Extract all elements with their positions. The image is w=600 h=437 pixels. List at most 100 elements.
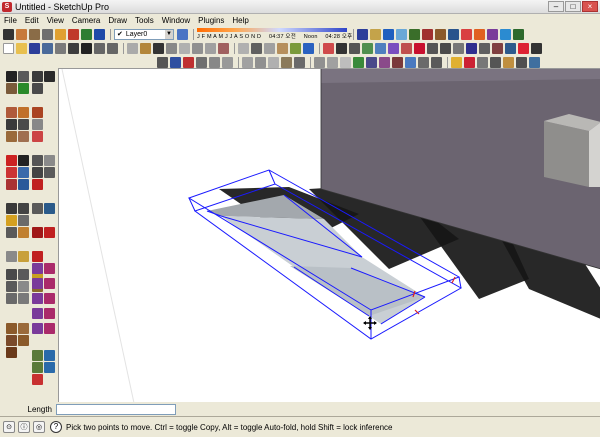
close-button[interactable]: × — [582, 1, 598, 12]
intersect-icon[interactable] — [531, 42, 542, 54]
freehand-tool-icon[interactable] — [18, 131, 29, 142]
subtract-icon[interactable] — [196, 56, 207, 68]
curve-tool-2-icon[interactable] — [44, 263, 55, 274]
help-icon[interactable]: ? — [50, 421, 62, 433]
copy-icon[interactable] — [68, 42, 79, 54]
line-tool-icon[interactable] — [18, 107, 29, 118]
curve-tool-15-icon[interactable] — [32, 374, 43, 385]
circle-tool-icon[interactable] — [6, 119, 17, 130]
offset-icon[interactable] — [518, 42, 529, 54]
rotate-icon[interactable] — [81, 28, 92, 40]
component-tool-icon[interactable] — [6, 83, 17, 94]
view-4-icon[interactable] — [353, 56, 364, 68]
previous-view-icon[interactable] — [388, 42, 399, 54]
shaded-icon[interactable] — [277, 42, 288, 54]
curve-tool-6-icon[interactable] — [44, 293, 55, 304]
marker-tool-icon[interactable] — [44, 227, 55, 238]
protractor-tool-icon[interactable] — [6, 227, 17, 238]
profile-icon[interactable]: ◎ — [33, 421, 45, 433]
menu-file[interactable]: File — [4, 16, 17, 25]
layer-dropdown[interactable]: ✔ Layer0 ▼ — [114, 28, 174, 40]
component-icon[interactable] — [127, 42, 138, 54]
walk-tool-icon[interactable] — [18, 251, 29, 262]
curve-tool-1-icon[interactable] — [32, 263, 43, 274]
pencil-icon[interactable] — [42, 28, 53, 40]
paint-tool-icon[interactable] — [18, 83, 29, 94]
magnify-tool-icon[interactable] — [32, 203, 43, 214]
view-7-icon[interactable] — [392, 56, 403, 68]
rotate-tool-icon[interactable] — [6, 167, 17, 178]
menu-plugins[interactable]: Plugins — [198, 16, 224, 25]
scale-icon[interactable] — [94, 28, 105, 40]
polygon-tool-icon[interactable] — [6, 131, 17, 142]
smoove-icon[interactable] — [422, 28, 433, 40]
shadow-settings[interactable]: J F M A M J J A S O N D 04:37 오전 Noon 04… — [197, 28, 352, 40]
xray-icon[interactable] — [396, 28, 407, 40]
menu-tools[interactable]: Tools — [135, 16, 154, 25]
eraser-tool-icon[interactable] — [18, 71, 29, 82]
curve-tool-10-icon[interactable] — [44, 323, 55, 334]
grid-tool-icon[interactable] — [6, 293, 17, 304]
menu-window[interactable]: Window — [162, 16, 190, 25]
curve-tool-7-icon[interactable] — [32, 308, 43, 319]
curve-tool-14-icon[interactable] — [44, 362, 55, 373]
search-tool-icon[interactable] — [32, 155, 43, 166]
shape-tool-1-icon[interactable] — [18, 323, 29, 334]
curve-tool-3-icon[interactable] — [32, 278, 43, 289]
plugin-1-icon[interactable] — [503, 56, 514, 68]
face-style-3-icon[interactable] — [268, 56, 279, 68]
curve-tool-12-icon[interactable] — [44, 350, 55, 361]
print-icon[interactable] — [42, 42, 53, 54]
solid-tool-2-icon[interactable] — [6, 335, 17, 346]
pan-icon[interactable] — [336, 42, 347, 54]
warehouse-icon[interactable] — [513, 28, 524, 40]
face-style-2-icon[interactable] — [255, 56, 266, 68]
walk-around-tool-icon[interactable] — [44, 155, 55, 166]
section-plane-icon[interactable] — [357, 28, 368, 40]
wireframe-icon[interactable] — [251, 42, 262, 54]
curve-tool-4-icon[interactable] — [44, 278, 55, 289]
house-icon[interactable] — [166, 42, 177, 54]
orbit-icon[interactable] — [323, 42, 334, 54]
rectangle-tool-icon[interactable] — [6, 107, 17, 118]
scale-tool-icon[interactable] — [18, 167, 29, 178]
curve-tool-13-icon[interactable] — [32, 362, 43, 373]
menu-help[interactable]: Help — [232, 16, 248, 25]
stamp-tool-icon[interactable] — [32, 251, 43, 262]
menu-edit[interactable]: Edit — [25, 16, 39, 25]
camera-tool-icon[interactable] — [32, 83, 43, 94]
face-style-4-icon[interactable] — [281, 56, 292, 68]
red-flag-icon[interactable] — [464, 56, 475, 68]
follow-me-tool-icon[interactable] — [6, 179, 17, 190]
intersect-solid-icon[interactable] — [170, 56, 181, 68]
layer-manager-icon[interactable] — [177, 28, 188, 40]
view-2-icon[interactable] — [327, 56, 338, 68]
split-icon[interactable] — [222, 56, 233, 68]
paint-icon[interactable] — [140, 42, 151, 54]
move-icon[interactable] — [68, 28, 79, 40]
position-tool-icon[interactable] — [18, 281, 29, 292]
zoom-window-tool-icon[interactable] — [32, 167, 43, 178]
pushpull-tool-icon[interactable] — [18, 155, 29, 166]
follow-me-icon[interactable] — [505, 42, 516, 54]
extension-icon[interactable] — [490, 56, 501, 68]
footprint-tool-icon[interactable] — [32, 71, 43, 82]
pin-tool-icon[interactable] — [32, 227, 43, 238]
cut-icon[interactable] — [55, 42, 66, 54]
zoom-icon[interactable] — [349, 42, 360, 54]
location-icon[interactable] — [474, 28, 485, 40]
curve-tool-8-icon[interactable] — [44, 308, 55, 319]
save-icon[interactable] — [29, 42, 40, 54]
scene-canvas[interactable] — [59, 69, 600, 402]
curve-tool-11-icon[interactable] — [32, 350, 43, 361]
view-8-icon[interactable] — [405, 56, 416, 68]
textured-icon[interactable] — [290, 42, 301, 54]
paint-bucket-icon[interactable] — [29, 28, 40, 40]
union-icon[interactable] — [183, 56, 194, 68]
3d-text-icon[interactable] — [492, 42, 503, 54]
delete-icon[interactable] — [81, 42, 92, 54]
view-10-icon[interactable] — [431, 56, 442, 68]
maximize-button[interactable]: □ — [565, 1, 581, 12]
orbit-tool-icon[interactable] — [18, 203, 29, 214]
curve-tool-5-icon[interactable] — [32, 293, 43, 304]
